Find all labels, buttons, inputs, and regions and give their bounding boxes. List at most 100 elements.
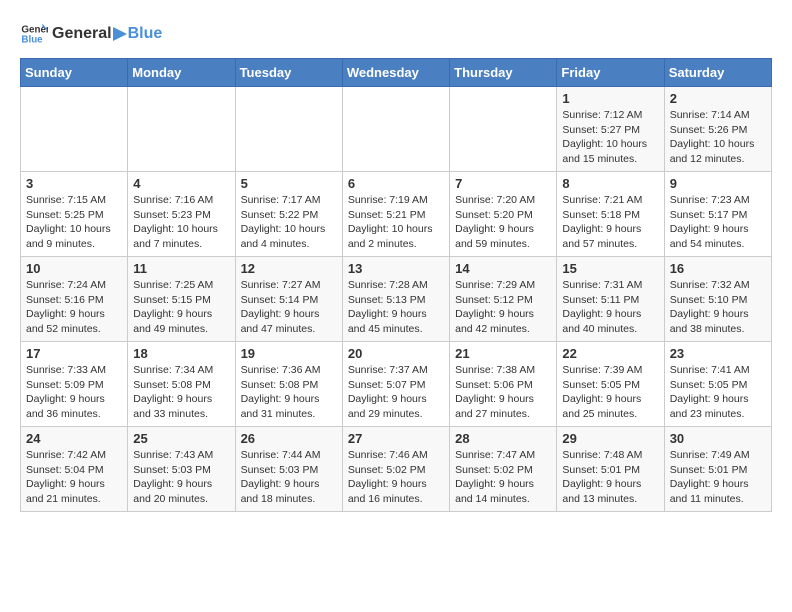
calendar-day-25: 25 Sunrise: 7:43 AM Sunset: 5:03 PM Dayli…: [128, 427, 235, 512]
day-detail: Sunrise: 7:44 AM Sunset: 5:03 PM Dayligh…: [241, 448, 337, 507]
weekday-header-tuesday: Tuesday: [235, 59, 342, 87]
calendar-day-7: 7Sunrise: 7:20 AM Sunset: 5:20 PM Daylig…: [450, 172, 557, 257]
day-detail: Sunrise: 7:12 AM Sunset: 5:27 PM Dayligh…: [562, 108, 658, 167]
day-detail: Sunrise: 7:48 AM Sunset: 5:01 PM Dayligh…: [562, 448, 658, 507]
calendar-day-21: 21 Sunrise: 7:38 AM Sunset: 5:06 PM Dayli…: [450, 342, 557, 427]
calendar-empty-cell: [342, 87, 449, 172]
day-detail: Sunrise: 7:16 AM Sunset: 5:23 PM Dayligh…: [133, 193, 229, 252]
day-number: 16: [670, 261, 766, 276]
day-detail: Sunrise: 7:25 AM Sunset: 5:15 PM Dayligh…: [133, 278, 229, 337]
header: General Blue GeneralBlue: [20, 20, 772, 48]
day-detail: Sunrise: 7:28 AM Sunset: 5:13 PM Dayligh…: [348, 278, 444, 337]
calendar-day-10: 10 Sunrise: 7:24 AM Sunset: 5:16 PM Dayli…: [21, 257, 128, 342]
calendar-day-29: 29 Sunrise: 7:48 AM Sunset: 5:01 PM Dayli…: [557, 427, 664, 512]
calendar-day-26: 26 Sunrise: 7:44 AM Sunset: 5:03 PM Dayli…: [235, 427, 342, 512]
day-number: 20: [348, 346, 444, 361]
calendar-day-23: 23Sunrise: 7:41 AM Sunset: 5:05 PM Dayli…: [664, 342, 771, 427]
calendar-day-28: 28 Sunrise: 7:47 AM Sunset: 5:02 PM Dayli…: [450, 427, 557, 512]
day-detail: Sunrise: 7:37 AM Sunset: 5:07 PM Dayligh…: [348, 363, 444, 422]
day-detail: Sunrise: 7:34 AM Sunset: 5:08 PM Dayligh…: [133, 363, 229, 422]
day-number: 19: [241, 346, 337, 361]
svg-text:Blue: Blue: [21, 34, 43, 45]
day-number: 9: [670, 176, 766, 191]
calendar-day-20: 20 Sunrise: 7:37 AM Sunset: 5:07 PM Dayli…: [342, 342, 449, 427]
calendar-week-row: 17Sunrise: 7:33 AM Sunset: 5:09 PM Dayli…: [21, 342, 772, 427]
day-number: 15: [562, 261, 658, 276]
calendar-week-row: 1 Sunrise: 7:12 AM Sunset: 5:27 PM Daylig…: [21, 87, 772, 172]
day-number: 4: [133, 176, 229, 191]
day-detail: Sunrise: 7:23 AM Sunset: 5:17 PM Dayligh…: [670, 193, 766, 252]
day-number: 28: [455, 431, 551, 446]
day-number: 5: [241, 176, 337, 191]
calendar-empty-cell: [235, 87, 342, 172]
calendar-day-8: 8 Sunrise: 7:21 AM Sunset: 5:18 PM Daylig…: [557, 172, 664, 257]
calendar-day-13: 13Sunrise: 7:28 AM Sunset: 5:13 PM Dayli…: [342, 257, 449, 342]
day-detail: Sunrise: 7:21 AM Sunset: 5:18 PM Dayligh…: [562, 193, 658, 252]
day-detail: Sunrise: 7:31 AM Sunset: 5:11 PM Dayligh…: [562, 278, 658, 337]
weekday-header-monday: Monday: [128, 59, 235, 87]
logo: General Blue GeneralBlue: [20, 20, 162, 48]
calendar-day-24: 24 Sunrise: 7:42 AM Sunset: 5:04 PM Dayli…: [21, 427, 128, 512]
calendar-day-14: 14Sunrise: 7:29 AM Sunset: 5:12 PM Dayli…: [450, 257, 557, 342]
day-detail: Sunrise: 7:29 AM Sunset: 5:12 PM Dayligh…: [455, 278, 551, 337]
calendar-day-30: 30Sunrise: 7:49 AM Sunset: 5:01 PM Dayli…: [664, 427, 771, 512]
calendar-empty-cell: [21, 87, 128, 172]
day-number: 17: [26, 346, 122, 361]
day-detail: Sunrise: 7:24 AM Sunset: 5:16 PM Dayligh…: [26, 278, 122, 337]
day-number: 22: [562, 346, 658, 361]
day-number: 21: [455, 346, 551, 361]
weekday-header-wednesday: Wednesday: [342, 59, 449, 87]
day-number: 18: [133, 346, 229, 361]
calendar-day-16: 16 Sunrise: 7:32 AM Sunset: 5:10 PM Dayli…: [664, 257, 771, 342]
weekday-header-thursday: Thursday: [450, 59, 557, 87]
day-number: 11: [133, 261, 229, 276]
day-detail: Sunrise: 7:47 AM Sunset: 5:02 PM Dayligh…: [455, 448, 551, 507]
day-number: 10: [26, 261, 122, 276]
calendar-empty-cell: [450, 87, 557, 172]
day-detail: Sunrise: 7:43 AM Sunset: 5:03 PM Dayligh…: [133, 448, 229, 507]
day-number: 26: [241, 431, 337, 446]
weekday-header-friday: Friday: [557, 59, 664, 87]
day-detail: Sunrise: 7:46 AM Sunset: 5:02 PM Dayligh…: [348, 448, 444, 507]
logo-icon: General Blue: [20, 20, 48, 48]
day-detail: Sunrise: 7:15 AM Sunset: 5:25 PM Dayligh…: [26, 193, 122, 252]
calendar-day-6: 6Sunrise: 7:19 AM Sunset: 5:21 PM Daylig…: [342, 172, 449, 257]
calendar-empty-cell: [128, 87, 235, 172]
day-detail: Sunrise: 7:38 AM Sunset: 5:06 PM Dayligh…: [455, 363, 551, 422]
day-number: 24: [26, 431, 122, 446]
calendar-day-15: 15 Sunrise: 7:31 AM Sunset: 5:11 PM Dayli…: [557, 257, 664, 342]
day-number: 3: [26, 176, 122, 191]
day-detail: Sunrise: 7:27 AM Sunset: 5:14 PM Dayligh…: [241, 278, 337, 337]
day-number: 2: [670, 91, 766, 106]
calendar-table: SundayMondayTuesdayWednesdayThursdayFrid…: [20, 58, 772, 512]
day-number: 1: [562, 91, 658, 106]
day-detail: Sunrise: 7:42 AM Sunset: 5:04 PM Dayligh…: [26, 448, 122, 507]
calendar-day-1: 1 Sunrise: 7:12 AM Sunset: 5:27 PM Daylig…: [557, 87, 664, 172]
day-detail: Sunrise: 7:36 AM Sunset: 5:08 PM Dayligh…: [241, 363, 337, 422]
calendar-day-18: 18 Sunrise: 7:34 AM Sunset: 5:08 PM Dayli…: [128, 342, 235, 427]
day-number: 8: [562, 176, 658, 191]
day-detail: Sunrise: 7:41 AM Sunset: 5:05 PM Dayligh…: [670, 363, 766, 422]
day-detail: Sunrise: 7:20 AM Sunset: 5:20 PM Dayligh…: [455, 193, 551, 252]
day-number: 6: [348, 176, 444, 191]
calendar-day-19: 19 Sunrise: 7:36 AM Sunset: 5:08 PM Dayli…: [235, 342, 342, 427]
calendar-day-4: 4 Sunrise: 7:16 AM Sunset: 5:23 PM Daylig…: [128, 172, 235, 257]
calendar-day-17: 17Sunrise: 7:33 AM Sunset: 5:09 PM Dayli…: [21, 342, 128, 427]
calendar-day-5: 5 Sunrise: 7:17 AM Sunset: 5:22 PM Daylig…: [235, 172, 342, 257]
calendar-day-22: 22 Sunrise: 7:39 AM Sunset: 5:05 PM Dayli…: [557, 342, 664, 427]
calendar-day-2: 2 Sunrise: 7:14 AM Sunset: 5:26 PM Daylig…: [664, 87, 771, 172]
weekday-header-saturday: Saturday: [664, 59, 771, 87]
calendar-week-row: 3 Sunrise: 7:15 AM Sunset: 5:25 PM Daylig…: [21, 172, 772, 257]
day-detail: Sunrise: 7:14 AM Sunset: 5:26 PM Dayligh…: [670, 108, 766, 167]
day-detail: Sunrise: 7:32 AM Sunset: 5:10 PM Dayligh…: [670, 278, 766, 337]
calendar-day-12: 12Sunrise: 7:27 AM Sunset: 5:14 PM Dayli…: [235, 257, 342, 342]
day-detail: Sunrise: 7:17 AM Sunset: 5:22 PM Dayligh…: [241, 193, 337, 252]
weekday-header-row: SundayMondayTuesdayWednesdayThursdayFrid…: [21, 59, 772, 87]
weekday-header-sunday: Sunday: [21, 59, 128, 87]
day-detail: Sunrise: 7:39 AM Sunset: 5:05 PM Dayligh…: [562, 363, 658, 422]
day-number: 25: [133, 431, 229, 446]
day-number: 29: [562, 431, 658, 446]
day-detail: Sunrise: 7:49 AM Sunset: 5:01 PM Dayligh…: [670, 448, 766, 507]
calendar-day-27: 27Sunrise: 7:46 AM Sunset: 5:02 PM Dayli…: [342, 427, 449, 512]
calendar-day-3: 3 Sunrise: 7:15 AM Sunset: 5:25 PM Daylig…: [21, 172, 128, 257]
